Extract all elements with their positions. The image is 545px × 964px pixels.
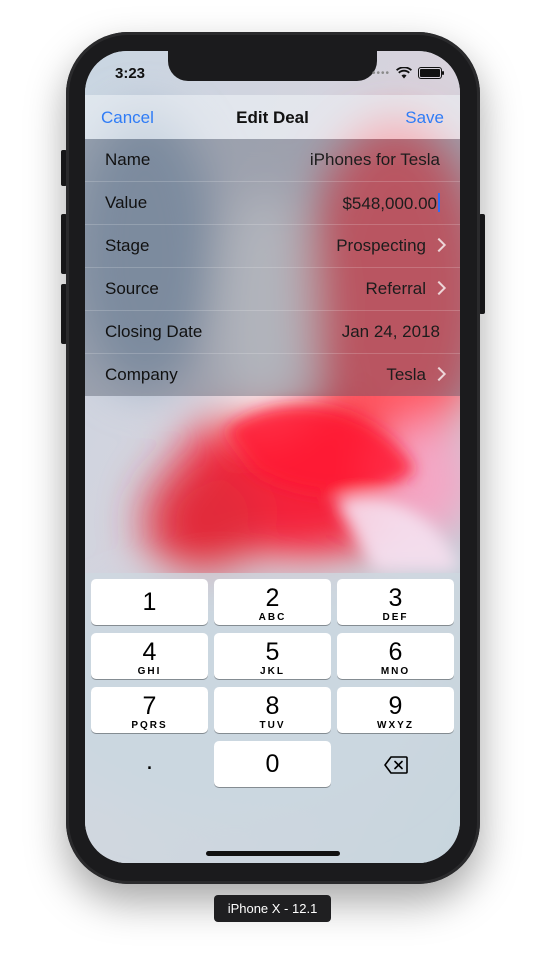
key-letters: DEF bbox=[382, 612, 409, 623]
key-dot-label: . bbox=[146, 747, 153, 775]
page-title: Edit Deal bbox=[236, 108, 309, 127]
name-field[interactable]: iPhones for Tesla bbox=[310, 150, 440, 170]
key-1[interactable]: 1 bbox=[91, 579, 208, 625]
key-number: 5 bbox=[265, 638, 280, 666]
home-indicator[interactable] bbox=[206, 851, 340, 856]
closing-date-row[interactable]: Closing Date Jan 24, 2018 bbox=[85, 311, 460, 354]
closing-date-label: Closing Date bbox=[105, 322, 203, 341]
delete-key[interactable] bbox=[337, 741, 454, 787]
key-number: 3 bbox=[388, 584, 403, 612]
value-field-text: $548,000.00 bbox=[342, 194, 437, 213]
company-value: Tesla bbox=[386, 365, 426, 384]
closing-date-value: Jan 24, 2018 bbox=[341, 322, 440, 341]
chevron-right-icon bbox=[431, 366, 447, 382]
navigation-bar: Cancel Edit Deal Save bbox=[85, 95, 460, 139]
save-button[interactable]: Save bbox=[405, 108, 444, 128]
value-field[interactable]: $548,000.00 bbox=[342, 193, 440, 214]
stage-value: Prospecting bbox=[336, 236, 426, 255]
signal-dots-icon: •••• bbox=[371, 67, 390, 79]
source-row[interactable]: Source Referral bbox=[85, 268, 460, 311]
key-letters: GHI bbox=[137, 666, 162, 677]
key-number: 0 bbox=[265, 750, 280, 778]
delete-backward-icon bbox=[384, 756, 408, 774]
notch bbox=[168, 51, 377, 81]
key-letters: MNO bbox=[380, 666, 411, 677]
text-cursor bbox=[438, 193, 440, 212]
decimal-point-key[interactable]: . bbox=[91, 741, 208, 787]
chevron-right-icon bbox=[431, 237, 447, 253]
wifi-icon bbox=[396, 67, 412, 79]
key-number: 8 bbox=[265, 692, 280, 720]
key-4[interactable]: 4 GHI bbox=[91, 633, 208, 679]
company-row[interactable]: Company Tesla bbox=[85, 354, 460, 396]
key-letters: WXYZ bbox=[377, 720, 414, 731]
key-number: 7 bbox=[142, 692, 157, 720]
key-2[interactable]: 2 ABC bbox=[214, 579, 331, 625]
key-8[interactable]: 8 TUV bbox=[214, 687, 331, 733]
key-letters: JKL bbox=[260, 666, 285, 677]
stage-label: Stage bbox=[105, 236, 150, 255]
chevron-right-icon bbox=[431, 280, 447, 296]
name-row[interactable]: Name iPhones for Tesla bbox=[85, 139, 460, 182]
key-6[interactable]: 6 MNO bbox=[337, 633, 454, 679]
key-number: 6 bbox=[388, 638, 403, 666]
key-letters: ABC bbox=[258, 612, 287, 623]
source-label: Source bbox=[105, 279, 159, 298]
key-3[interactable]: 3 DEF bbox=[337, 579, 454, 625]
screen: 3:23 •••• Cancel Edit Deal Save Name iPh… bbox=[85, 51, 460, 863]
status-indicators: •••• bbox=[371, 67, 444, 79]
key-5[interactable]: 5 JKL bbox=[214, 633, 331, 679]
key-7[interactable]: 7 PQRS bbox=[91, 687, 208, 733]
key-letters: PQRS bbox=[131, 720, 168, 731]
company-label: Company bbox=[105, 365, 178, 384]
key-letters: TUV bbox=[259, 720, 286, 731]
key-0[interactable]: 0 bbox=[214, 741, 331, 787]
battery-icon bbox=[418, 67, 444, 79]
deal-form: Name iPhones for Tesla Value $548,000.00… bbox=[85, 139, 460, 396]
source-value: Referral bbox=[365, 279, 426, 298]
key-9[interactable]: 9 WXYZ bbox=[337, 687, 454, 733]
device-label: iPhone X - 12.1 bbox=[214, 895, 331, 922]
numeric-keypad: 1 2 ABC 3 DEF 4 GHI 5 JKL 6 MNO 7 PQRS 8… bbox=[85, 573, 460, 863]
stage-row[interactable]: Stage Prospecting bbox=[85, 225, 460, 268]
value-row[interactable]: Value $548,000.00 bbox=[85, 182, 460, 225]
key-number: 9 bbox=[388, 692, 403, 720]
key-number: 1 bbox=[142, 588, 157, 616]
value-label: Value bbox=[105, 193, 148, 212]
status-time: 3:23 bbox=[115, 65, 146, 82]
name-label: Name bbox=[105, 150, 151, 169]
key-number: 2 bbox=[265, 584, 280, 612]
key-number: 4 bbox=[142, 638, 157, 666]
